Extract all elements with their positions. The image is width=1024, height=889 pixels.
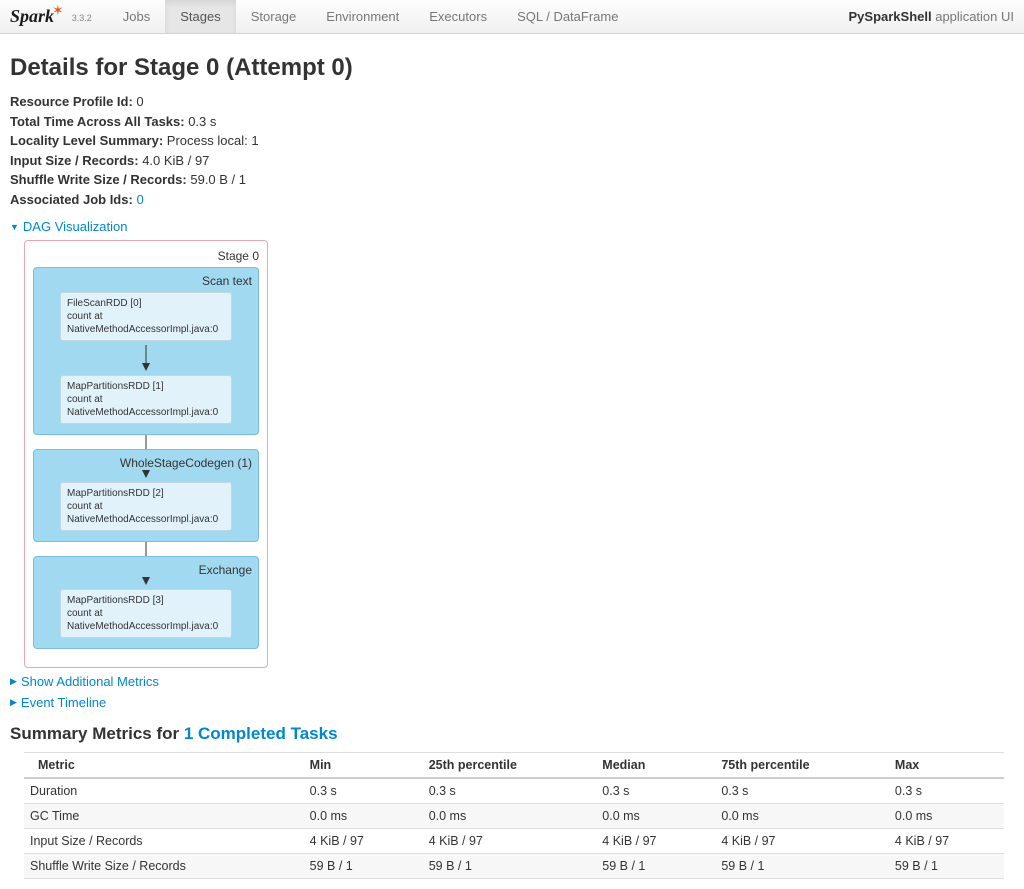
resource-profile-label: Resource Profile Id: (10, 94, 133, 109)
shuffle-label: Shuffle Write Size / Records: (10, 172, 187, 187)
page-title: Details for Stage 0 (Attempt 0) (10, 54, 1014, 82)
rdd-node-line1: MapPartitionsRDD [2] (67, 487, 225, 500)
summary-list: Resource Profile Id: 0 Total Time Across… (10, 92, 1014, 209)
table-row: Shuffle Write Size / Records59 B / 159 B… (24, 854, 1004, 879)
show-additional-metrics-label: Show Additional Metrics (21, 674, 159, 689)
locality-label: Locality Level Summary: (10, 133, 163, 148)
spark-icon: ✶ (52, 2, 64, 19)
dag-block-exchange: Exchange MapPartitionsRDD [3] count at N… (33, 556, 259, 649)
rdd-node-line2: count at NativeMethodAccessorImpl.java:0 (67, 500, 225, 526)
app-title: PySparkShell application UI (849, 9, 1015, 24)
table-cell: Duration (24, 778, 300, 804)
caret-right-icon: ▶ (10, 697, 17, 708)
table-cell: 59 B / 1 (592, 854, 711, 879)
col-min[interactable]: Min (300, 753, 419, 779)
table-cell: 0.0 ms (592, 804, 711, 829)
table-cell: 59 B / 1 (885, 854, 1004, 879)
table-cell: 4 KiB / 97 (711, 829, 885, 854)
table-cell: Shuffle Write Size / Records (24, 854, 300, 879)
content: Details for Stage 0 (Attempt 0) Resource… (0, 34, 1024, 889)
rdd-node-line2: count at NativeMethodAccessorImpl.java:0 (67, 607, 225, 633)
table-cell: 0.3 s (300, 778, 419, 804)
app-suffix: application UI (932, 9, 1014, 24)
table-cell: 59 B / 1 (300, 854, 419, 879)
table-cell: 0.3 s (419, 778, 593, 804)
table-cell: 4 KiB / 97 (592, 829, 711, 854)
rdd-node-line2: count at NativeMethodAccessorImpl.java:0 (67, 310, 225, 336)
table-cell: 59 B / 1 (419, 854, 593, 879)
table-cell: 4 KiB / 97 (419, 829, 593, 854)
nav-tab-executors[interactable]: Executors (414, 0, 502, 33)
rdd-node-mappartitions-1[interactable]: MapPartitionsRDD [1] count at NativeMeth… (60, 375, 232, 424)
assoc-job-link[interactable]: 0 (136, 192, 143, 207)
table-row: GC Time0.0 ms0.0 ms0.0 ms0.0 ms0.0 ms (24, 804, 1004, 829)
nav-tab-stages[interactable]: Stages (165, 0, 235, 33)
dag-block-scan-text: Scan text FileScanRDD [0] count at Nativ… (33, 267, 259, 435)
table-cell: 4 KiB / 97 (885, 829, 1004, 854)
dag-visualization-toggle[interactable]: ▼ DAG Visualization (10, 219, 1014, 234)
nav-tab-storage[interactable]: Storage (236, 0, 312, 33)
dag-block-title: Scan text (40, 274, 252, 288)
rdd-node-line1: MapPartitionsRDD [1] (67, 380, 225, 393)
table-cell: 0.0 ms (419, 804, 593, 829)
col-75th[interactable]: 75th percentile (711, 753, 885, 779)
dag-visualization-label: DAG Visualization (23, 219, 128, 234)
table-row: Duration0.3 s0.3 s0.3 s0.3 s0.3 s (24, 778, 1004, 804)
completed-tasks-link[interactable]: 1 Completed Tasks (184, 724, 338, 743)
summary-metrics-heading: Summary Metrics for 1 Completed Tasks (10, 724, 1014, 744)
event-timeline-toggle[interactable]: ▶ Event Timeline (10, 695, 1014, 710)
table-row: Input Size / Records4 KiB / 974 KiB / 97… (24, 829, 1004, 854)
table-cell: GC Time (24, 804, 300, 829)
navbar: Spark ✶ 3.3.2 Jobs Stages Storage Enviro… (0, 0, 1024, 34)
caret-right-icon: ▶ (10, 676, 17, 687)
dag-block-wholestage: WholeStageCodegen (1) MapPartitionsRDD [… (33, 449, 259, 542)
spark-logo[interactable]: Spark ✶ 3.3.2 (10, 6, 92, 27)
rdd-node-line1: FileScanRDD [0] (67, 297, 225, 310)
nav-tabs: Jobs Stages Storage Environment Executor… (108, 0, 634, 33)
summary-metrics-prefix: Summary Metrics for (10, 724, 184, 743)
total-time-value: 0.3 s (185, 114, 217, 129)
nav-tab-sql[interactable]: SQL / DataFrame (502, 0, 633, 33)
rdd-node-mappartitions-2[interactable]: MapPartitionsRDD [2] count at NativeMeth… (60, 482, 232, 531)
table-cell: 0.3 s (711, 778, 885, 804)
col-max[interactable]: Max (885, 753, 1004, 779)
summary-metrics-table: Metric Min 25th percentile Median 75th p… (24, 752, 1004, 879)
assoc-label: Associated Job Ids: (10, 192, 133, 207)
locality-value: Process local: 1 (163, 133, 258, 148)
table-cell: 0.3 s (592, 778, 711, 804)
rdd-node-line2: count at NativeMethodAccessorImpl.java:0 (67, 393, 225, 419)
col-metric[interactable]: Metric (24, 753, 300, 779)
table-cell: 59 B / 1 (711, 854, 885, 879)
rdd-node-line1: MapPartitionsRDD [3] (67, 594, 225, 607)
show-additional-metrics-toggle[interactable]: ▶ Show Additional Metrics (10, 674, 1014, 689)
dag-stage-label: Stage 0 (33, 249, 259, 263)
caret-down-icon: ▼ (10, 222, 19, 232)
input-label: Input Size / Records: (10, 153, 139, 168)
arrow-down-icon (40, 345, 252, 371)
total-time-label: Total Time Across All Tasks: (10, 114, 185, 129)
event-timeline-label: Event Timeline (21, 695, 106, 710)
input-value: 4.0 KiB / 97 (139, 153, 210, 168)
rdd-node-mappartitions-3[interactable]: MapPartitionsRDD [3] count at NativeMeth… (60, 589, 232, 638)
app-name: PySparkShell (849, 9, 932, 24)
table-cell: 0.3 s (885, 778, 1004, 804)
shuffle-value: 59.0 B / 1 (187, 172, 246, 187)
table-cell: 0.0 ms (711, 804, 885, 829)
table-cell: 0.0 ms (300, 804, 419, 829)
rdd-node-filescan[interactable]: FileScanRDD [0] count at NativeMethodAcc… (60, 292, 232, 341)
nav-tab-jobs[interactable]: Jobs (108, 0, 165, 33)
table-cell: Input Size / Records (24, 829, 300, 854)
resource-profile-value: 0 (133, 94, 144, 109)
dag-container: Stage 0 Scan text FileScanRDD [0] count … (24, 240, 268, 668)
col-25th[interactable]: 25th percentile (419, 753, 593, 779)
col-median[interactable]: Median (592, 753, 711, 779)
table-cell: 0.0 ms (885, 804, 1004, 829)
logo-text: Spark (10, 6, 54, 27)
nav-tab-environment[interactable]: Environment (311, 0, 414, 33)
table-cell: 4 KiB / 97 (300, 829, 419, 854)
logo-version: 3.3.2 (72, 13, 92, 27)
